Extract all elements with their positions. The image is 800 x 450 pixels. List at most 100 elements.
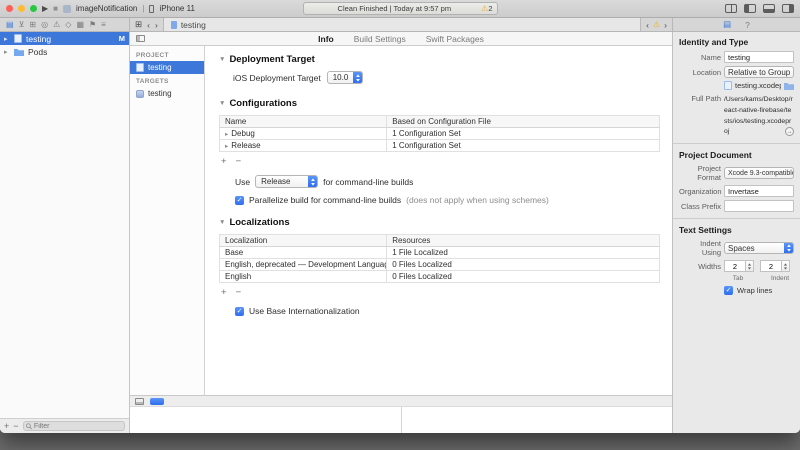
- debug-gauge-icon[interactable]: ▦: [76, 20, 84, 29]
- scheme-selector[interactable]: imageNotification: [76, 4, 137, 13]
- command-line-config-popup[interactable]: Release: [255, 175, 318, 188]
- symbols-icon[interactable]: ⊞: [29, 20, 36, 29]
- minimize-window-button[interactable]: [18, 5, 25, 12]
- project-navigator-icon[interactable]: ▤: [6, 20, 14, 29]
- tab-swift-packages[interactable]: Swift Packages: [426, 34, 484, 44]
- debug-area-toggle-icon[interactable]: [763, 4, 775, 13]
- stepper-arrows-icon[interactable]: [782, 260, 790, 272]
- device-selector[interactable]: iPhone 11: [159, 4, 194, 13]
- back-button[interactable]: ‹: [147, 20, 150, 30]
- debug-view-toggle[interactable]: [150, 398, 164, 405]
- name-field[interactable]: [724, 51, 794, 63]
- debug-area: [130, 406, 672, 433]
- navigator-item-pods[interactable]: ▸ Pods: [0, 45, 129, 58]
- remove-item-button[interactable]: −: [13, 421, 18, 431]
- console-view[interactable]: [402, 407, 673, 433]
- file-inspector-icon[interactable]: ▤: [723, 19, 731, 30]
- choose-location-folder-icon[interactable]: [784, 82, 794, 90]
- add-configuration-button[interactable]: +: [221, 156, 227, 167]
- navigator-toggle-icon[interactable]: [744, 4, 756, 13]
- localization-row-english[interactable]: English 0 Files Localized: [220, 271, 660, 283]
- add-localization-button[interactable]: +: [221, 287, 227, 298]
- wrap-lines-checkbox[interactable]: ✓: [724, 286, 733, 295]
- target-item-testing[interactable]: testing: [130, 87, 204, 100]
- subbar: ▤ ⊻ ⊞ ◎ ⚠ ◇ ▦ ⚑ ≡ ⊞ ‹ › testing ‹ ⚠ › ▤: [0, 18, 800, 32]
- name-label: Name: [679, 53, 721, 62]
- indent-width-field[interactable]: [760, 260, 782, 272]
- indent-width-stepper[interactable]: [760, 260, 790, 272]
- inspector-toggle-icon[interactable]: [782, 4, 794, 13]
- config-row-debug[interactable]: ▸Debug 1 Configuration Set: [220, 128, 660, 140]
- disclosure-icon[interactable]: ▸: [225, 131, 228, 138]
- navigator-item-testing[interactable]: ▸ testing M: [0, 32, 129, 45]
- disclosure-icon: ▼: [219, 100, 225, 107]
- next-issue-button[interactable]: ›: [664, 20, 667, 30]
- add-item-button[interactable]: +: [4, 421, 9, 431]
- tab-build-settings[interactable]: Build Settings: [354, 34, 406, 44]
- section-configurations[interactable]: ▼ Configurations: [219, 98, 660, 109]
- navigator-item-label: Pods: [28, 47, 47, 57]
- full-path-value: /Users/kams/Desktop/react-native-firebas…: [724, 96, 793, 135]
- base-internationalization-label: Use Base Internationalization: [249, 306, 360, 316]
- filter-input[interactable]: [34, 423, 122, 430]
- filter-field[interactable]: [23, 421, 125, 431]
- close-window-button[interactable]: [6, 5, 13, 12]
- section-deployment-target[interactable]: ▼ Deployment Target: [219, 54, 660, 65]
- class-prefix-field[interactable]: [724, 200, 794, 212]
- localization-name: English: [220, 271, 387, 283]
- project-item-testing[interactable]: testing: [130, 61, 204, 74]
- add-editor-icon[interactable]: [725, 4, 737, 13]
- localization-row-base[interactable]: Base 1 File Localized: [220, 247, 660, 259]
- run-button[interactable]: ▶: [42, 5, 48, 13]
- ios-deployment-target-popup[interactable]: 10.0: [327, 71, 364, 84]
- full-path-label: Full Path: [679, 94, 721, 103]
- stop-button[interactable]: ■: [53, 5, 58, 13]
- remove-localization-button[interactable]: −: [236, 287, 242, 298]
- variables-view[interactable]: [130, 407, 402, 433]
- reveal-in-finder-arrow-icon[interactable]: →: [785, 127, 794, 136]
- organization-field[interactable]: [724, 185, 794, 197]
- tab-info[interactable]: Info: [318, 34, 334, 44]
- debug-layout-icon[interactable]: [135, 398, 144, 405]
- tab-width-stepper[interactable]: [724, 260, 754, 272]
- popup-arrows-icon: [308, 176, 317, 187]
- indent-using-popup[interactable]: Spaces: [724, 242, 794, 254]
- disclosure-icon[interactable]: ▸: [225, 143, 228, 150]
- navigator-filter-bar: + −: [0, 418, 129, 433]
- remove-configuration-button[interactable]: −: [236, 156, 242, 167]
- activity-viewer[interactable]: Clean Finished | Today at 9:57 pm ⚠ 2: [303, 2, 498, 15]
- parallelize-checkbox[interactable]: ✓: [235, 196, 244, 205]
- source-control-icon[interactable]: ⊻: [19, 20, 25, 29]
- tab-width-field[interactable]: [724, 260, 746, 272]
- localization-row-english-deprecated[interactable]: English, deprecated — Development Langua…: [220, 259, 660, 271]
- popup-value: Xcode 9.3-compatible: [725, 168, 794, 178]
- warning-count[interactable]: 2: [488, 4, 492, 13]
- issues-icon[interactable]: ⚠: [53, 20, 60, 29]
- previous-issue-button[interactable]: ‹: [646, 20, 649, 30]
- project-file-icon: [14, 34, 22, 43]
- organization-label: Organization: [679, 187, 721, 196]
- popup-value: 10.0: [328, 72, 354, 83]
- reports-icon[interactable]: ≡: [101, 20, 106, 29]
- issue-warning-icon[interactable]: ⚠: [653, 20, 660, 29]
- editor-tab-testing[interactable]: testing: [163, 18, 641, 31]
- configurations-table: Name Based on Configuration File ▸Debug …: [219, 115, 660, 152]
- disclosure-icon[interactable]: ▸: [4, 48, 10, 56]
- base-internationalization-checkbox[interactable]: ✓: [235, 307, 244, 316]
- zoom-window-button[interactable]: [30, 5, 37, 12]
- disclosure-icon[interactable]: ▸: [4, 35, 10, 43]
- tab-overview-icon[interactable]: ⊞: [135, 19, 142, 30]
- project-format-popup[interactable]: Xcode 9.3-compatible: [724, 167, 794, 179]
- location-popup[interactable]: Relative to Group: [724, 66, 794, 78]
- col-header-localization: Localization: [220, 235, 387, 247]
- target-item-label: testing: [148, 89, 172, 98]
- inspector-icon-bar: ▤ ?: [672, 18, 800, 31]
- search-icon[interactable]: ◎: [41, 20, 48, 29]
- config-row-release[interactable]: ▸Release 1 Configuration Set: [220, 140, 660, 152]
- breakpoints-icon[interactable]: ⚑: [89, 20, 96, 29]
- stepper-arrows-icon[interactable]: [746, 260, 754, 272]
- tests-icon[interactable]: ◇: [65, 20, 71, 29]
- forward-button[interactable]: ›: [155, 20, 158, 30]
- quick-help-icon[interactable]: ?: [745, 20, 750, 30]
- section-localizations[interactable]: ▼ Localizations: [219, 217, 660, 228]
